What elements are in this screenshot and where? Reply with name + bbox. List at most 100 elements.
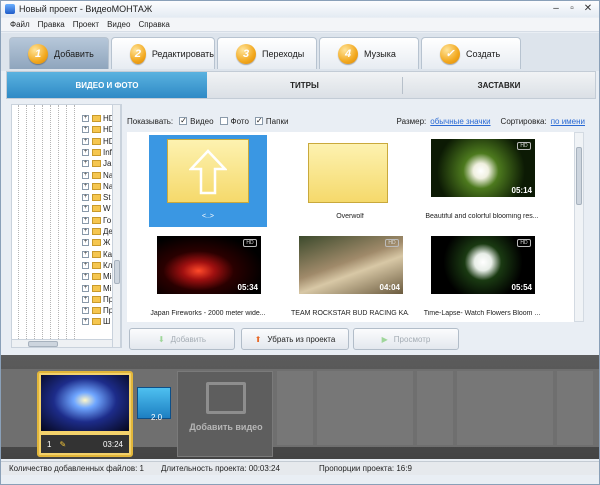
- folder-tree-item[interactable]: + Na: [82, 170, 113, 181]
- remove-from-project-button[interactable]: ⬆ Убрать из проекта: [241, 328, 349, 350]
- folder-icon: [92, 182, 101, 190]
- grid-item-folder[interactable]: Overwolf: [291, 135, 409, 227]
- timeline-clip[interactable]: 1 ✎ 03:24: [37, 371, 133, 457]
- grid-vertical-scrollbar[interactable]: [574, 132, 584, 322]
- folder-label: Ja: [103, 159, 112, 169]
- menu-video[interactable]: Видео: [107, 20, 130, 29]
- empty-slot: [317, 371, 413, 445]
- folder-tree-item[interactable]: + Inf: [82, 147, 112, 158]
- folder-tree-item[interactable]: + Ж: [82, 237, 110, 248]
- folder-tree-item[interactable]: + Го: [82, 215, 111, 226]
- expand-icon[interactable]: +: [82, 205, 89, 213]
- title-bar: Новый проект - ВидеоМОНТАЖ – ▫ ✕: [1, 1, 599, 17]
- folder-tree-item[interactable]: + HD: [82, 124, 115, 135]
- subtab-intros[interactable]: ЗАСТАВКИ: [403, 72, 595, 98]
- folders-checkbox[interactable]: ✓ Папки: [254, 117, 288, 126]
- up-folder-icon: [149, 135, 267, 207]
- folder-horizontal-scrollbar[interactable]: [11, 339, 113, 348]
- expand-icon[interactable]: +: [82, 318, 89, 326]
- expand-icon[interactable]: +: [82, 307, 89, 315]
- size-link[interactable]: обычные значки: [430, 117, 490, 126]
- status-ratio: Пропорции проекта: 16:9: [319, 464, 412, 473]
- grid-item-caption: Overwolf: [336, 213, 364, 220]
- tab-label: Редактировать: [151, 48, 214, 59]
- empty-slot: [277, 371, 313, 445]
- menu-file[interactable]: Файл: [10, 20, 30, 29]
- expand-icon[interactable]: +: [82, 284, 89, 292]
- maximize-icon[interactable]: ▫: [565, 2, 579, 15]
- folder-tree-item[interactable]: + Кл: [82, 260, 112, 271]
- pencil-icon[interactable]: ✎: [59, 440, 66, 449]
- grid-item-video[interactable]: HD 05:54 Time-Lapse- Watch Flowers Bloom…: [423, 232, 541, 324]
- expand-icon[interactable]: +: [82, 194, 89, 202]
- folder-tree-item[interactable]: + St: [82, 192, 111, 203]
- sort-label: Сортировка:: [500, 116, 547, 126]
- subtab-titles[interactable]: ТИТРЫ: [207, 72, 402, 98]
- preview-button[interactable]: ▶ Просмотр: [353, 328, 459, 350]
- close-icon[interactable]: ✕: [581, 2, 595, 15]
- step-badge: 1: [28, 43, 48, 64]
- add-button[interactable]: ⬇ Добавить: [129, 328, 235, 350]
- menu-help[interactable]: Справка: [138, 20, 169, 29]
- folder-tree-item[interactable]: + Na: [82, 181, 113, 192]
- expand-icon[interactable]: +: [82, 137, 89, 145]
- expand-icon[interactable]: +: [82, 148, 89, 156]
- folder-icon: [92, 307, 101, 315]
- folder-tree-item[interactable]: + Пр: [82, 305, 113, 316]
- folder-tree-item[interactable]: + Mi: [82, 283, 111, 294]
- expand-icon[interactable]: +: [82, 182, 89, 190]
- photo-checkbox[interactable]: Фото: [219, 117, 249, 126]
- folder-tree-item[interactable]: + HD: [82, 113, 115, 124]
- folder-vertical-scrollbar[interactable]: [112, 104, 121, 348]
- grid-item-caption: TEAM ROCKSTAR BUD RACING KA...: [291, 310, 409, 317]
- grid-item-video[interactable]: HD 05:34 Japan Fireworks - 2000 meter wi…: [149, 232, 267, 324]
- expand-icon[interactable]: +: [82, 295, 89, 303]
- menu-edit[interactable]: Правка: [38, 20, 65, 29]
- folder-icon: [92, 284, 101, 292]
- folder-label: St: [103, 193, 111, 203]
- folder-tree-item[interactable]: + Mi: [82, 271, 111, 282]
- video-checkbox[interactable]: ✓ Видео: [179, 117, 214, 126]
- subtab-video-photo[interactable]: ВИДЕО И ФОТО: [7, 72, 207, 98]
- sort-link[interactable]: по имени: [551, 117, 585, 126]
- folder-tree-item[interactable]: + Ш: [82, 316, 110, 327]
- tab-transitions[interactable]: 3 Переходы: [217, 37, 317, 69]
- expand-icon[interactable]: +: [82, 228, 89, 235]
- expand-icon[interactable]: +: [82, 115, 89, 122]
- folder-icon: [92, 273, 101, 281]
- grid-item-caption: <..>: [201, 213, 215, 220]
- grid-item-caption: Time-Lapse- Watch Flowers Bloom ...: [423, 310, 541, 317]
- minimize-icon[interactable]: –: [549, 2, 563, 15]
- expand-icon[interactable]: +: [82, 250, 89, 258]
- folder-icon: [92, 126, 101, 134]
- menu-project[interactable]: Проект: [73, 20, 99, 29]
- tab-label: Музыка: [364, 48, 396, 59]
- expand-icon[interactable]: +: [82, 216, 89, 224]
- folder-tree-item[interactable]: + W: [82, 203, 111, 214]
- grid-item-up[interactable]: <..>: [149, 135, 267, 227]
- folder-tree-item[interactable]: + HD: [82, 136, 115, 147]
- folder-icon: [92, 148, 101, 156]
- expand-icon[interactable]: +: [82, 160, 89, 168]
- expand-icon[interactable]: +: [82, 171, 89, 179]
- folder-tree-item[interactable]: + Ja: [82, 158, 111, 169]
- tab-create[interactable]: ✓ Создать: [421, 37, 521, 69]
- expand-icon[interactable]: +: [82, 261, 89, 269]
- folder-tree-item[interactable]: + Де: [82, 226, 113, 237]
- expand-icon[interactable]: +: [82, 239, 89, 247]
- tab-music[interactable]: 4 Музыка: [319, 37, 419, 69]
- video-duration: 05:54: [511, 283, 532, 292]
- empty-slot: [557, 371, 593, 445]
- grid-item-video[interactable]: HD 05:14 Beautiful and colorful blooming…: [423, 135, 541, 227]
- expand-icon[interactable]: +: [82, 273, 89, 281]
- tab-add[interactable]: 1 Добавить: [9, 37, 109, 69]
- grid-item-video[interactable]: HD 04:04 TEAM ROCKSTAR BUD RACING KA...: [291, 232, 409, 324]
- video-thumbnail: HD 05:14: [431, 139, 535, 197]
- folder-tree-item[interactable]: + Пр: [82, 294, 113, 305]
- folder-tree-item[interactable]: + Ка: [82, 249, 112, 260]
- folder-label: Mi: [103, 283, 112, 293]
- add-video-slot[interactable]: Добавить видео: [177, 371, 273, 457]
- folder-tree[interactable]: + HD + HD + HD + Inf + Ja + Na + Na + St + W + Го + Де + Ж + Ка + К…: [11, 104, 122, 348]
- tab-edit[interactable]: 2 Редактировать: [111, 37, 215, 69]
- expand-icon[interactable]: +: [82, 126, 89, 134]
